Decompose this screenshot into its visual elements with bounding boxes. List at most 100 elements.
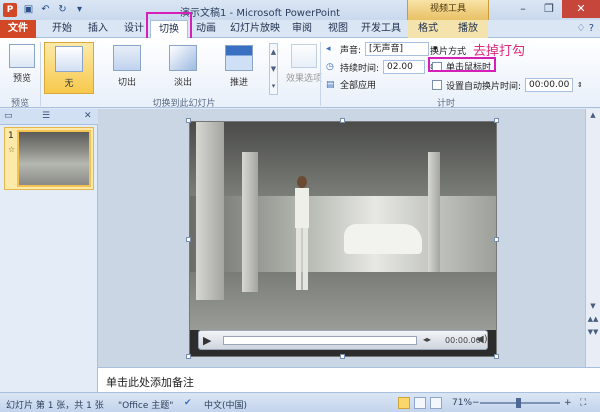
undo-icon[interactable]: ↶ (39, 3, 52, 16)
notes-placeholder: 单击此处添加备注 (106, 376, 194, 389)
zoom-level[interactable]: 71% (452, 398, 472, 408)
step-buttons[interactable]: ◂▸ (423, 335, 431, 344)
tab-home[interactable]: 开始 (44, 20, 80, 38)
window-title: 演示文稿1 - Microsoft PowerPoint (180, 8, 341, 19)
status-bar: 幻灯片 第 1 张，共 1 张 "Office 主题" ✔ 中文(中国) 71%… (0, 392, 600, 412)
transition-cut[interactable]: 切出 (102, 42, 152, 94)
slides-tab-icon[interactable]: ▭ (4, 111, 13, 121)
minimize-icon[interactable]: – (510, 0, 536, 18)
title-bar: P ▣ ↶ ↻ ▾ 演示文稿1 - Microsoft PowerPoint 视… (0, 0, 600, 20)
effect-options-icon (291, 44, 317, 68)
transition-push[interactable]: 推进 (214, 42, 264, 94)
gallery-scroll[interactable]: ▲ ▼ ▾ (269, 43, 278, 95)
gallery-up-icon[interactable]: ▲ (270, 44, 277, 61)
transition-none-label: 无 (64, 79, 74, 89)
customize-icon[interactable]: ▾ (73, 3, 86, 16)
tab-review[interactable]: 审阅 (284, 20, 320, 38)
next-slide-icon[interactable]: ▼▼ (587, 326, 600, 339)
resize-handle[interactable] (186, 118, 191, 123)
sound-icon: ◂ (326, 44, 331, 54)
outline-tab-icon[interactable]: ☰ (42, 111, 50, 121)
close-pane-icon[interactable]: ✕ (84, 111, 92, 121)
language[interactable]: 中文(中国) (204, 398, 247, 411)
prev-slide-icon[interactable]: ▲▲ (587, 313, 600, 326)
duration-label: 持续时间: (340, 63, 380, 74)
slides-pane: ▭ ☰ ✕ 1 ☆ (0, 109, 98, 392)
slide-thumbnail[interactable] (17, 130, 91, 187)
normal-view-icon[interactable] (398, 397, 410, 409)
resize-handle[interactable] (494, 237, 499, 242)
transition-none-icon (55, 46, 83, 72)
resize-handle[interactable] (494, 354, 499, 359)
volume-icon[interactable]: ◀) (476, 334, 488, 345)
play-icon[interactable]: ▶ (203, 334, 217, 347)
group-divider (40, 42, 41, 106)
transition-marker-icon: ☆ (8, 145, 16, 154)
video-controls: ▶ ◂▸ 00:00.00 ◀) (198, 330, 488, 350)
advance-slide-label: 换片方式 (430, 47, 467, 57)
preview-button[interactable]: 预览 (0, 41, 44, 84)
resize-handle[interactable] (186, 354, 191, 359)
zoom-in-icon[interactable]: + (564, 398, 572, 408)
group-divider (320, 42, 321, 106)
on-click-highlight (428, 57, 496, 72)
tab-format[interactable]: 格式 (408, 20, 448, 38)
resize-handle[interactable] (340, 118, 345, 123)
sound-label: 声音: (340, 45, 362, 56)
transition-none[interactable]: 无 (44, 42, 94, 94)
sound-select[interactable]: [无声音] (365, 42, 430, 56)
tab-developer[interactable]: 开发工具 (356, 20, 406, 38)
save-icon[interactable]: ▣ (22, 3, 35, 16)
auto-advance-checkbox[interactable] (432, 80, 442, 90)
transition-fade[interactable]: 淡出 (158, 42, 208, 94)
transition-push-icon (225, 45, 253, 71)
auto-advance-input[interactable]: 00:00.00 (525, 78, 574, 92)
pane-tabs: ▭ ☰ ✕ (0, 109, 98, 125)
tab-slideshow[interactable]: 幻灯片放映 (226, 20, 284, 38)
zoom-slider-thumb[interactable] (516, 398, 521, 408)
tab-file[interactable]: 文件 (0, 20, 36, 38)
spellcheck-icon[interactable]: ✔ (184, 398, 192, 408)
video-frame-floor (190, 272, 496, 330)
clock-icon: ◷ (326, 62, 334, 72)
video-person (293, 176, 311, 296)
gallery-down-icon[interactable]: ▼ (270, 61, 277, 78)
vertical-scrollbar[interactable]: ▲ ▼ ▲▲ ▼▼ (585, 109, 600, 367)
help-icon[interactable]: ♢ ? (577, 23, 594, 34)
scroll-up-icon[interactable]: ▲ (587, 109, 600, 122)
video-seek-bar[interactable] (223, 336, 417, 345)
auto-advance-spinner-icon[interactable]: ⇕ (577, 81, 583, 89)
scroll-down-icon[interactable]: ▼ (587, 300, 600, 313)
close-icon[interactable]: ✕ (562, 0, 600, 18)
tab-playback[interactable]: 播放 (448, 20, 488, 38)
redo-icon[interactable]: ↻ (56, 3, 69, 16)
video-pillar (242, 152, 258, 292)
gallery-more-icon[interactable]: ▾ (270, 78, 277, 95)
resize-handle[interactable] (186, 237, 191, 242)
tab-view[interactable]: 视图 (320, 20, 356, 38)
video-object[interactable]: ▶ ◂▸ 00:00.00 ◀) (189, 121, 497, 357)
theme-name[interactable]: "Office 主题" (118, 398, 173, 411)
reading-view-icon[interactable] (430, 397, 442, 409)
fit-to-window-icon[interactable]: ⛶ (580, 398, 586, 408)
effect-options-label: 效果选项 (285, 74, 322, 84)
restore-icon[interactable]: ❐ (536, 0, 562, 18)
transition-cut-icon (113, 45, 141, 71)
apply-all-button[interactable]: ▤ 全部应用 (326, 78, 376, 92)
tab-animations[interactable]: 动画 (188, 20, 224, 38)
transition-fade-icon (169, 45, 197, 71)
video-car (344, 224, 422, 254)
zoom-out-icon[interactable]: − (472, 398, 480, 408)
tab-insert[interactable]: 插入 (80, 20, 116, 38)
resize-handle[interactable] (340, 354, 345, 359)
notes-pane[interactable]: 单击此处添加备注 (98, 367, 600, 392)
slide-sorter-icon[interactable] (414, 397, 426, 409)
video-frame-ceiling (190, 122, 496, 196)
preview-group-label: 预览 (10, 99, 29, 109)
resize-handle[interactable] (494, 118, 499, 123)
transition-push-label: 推进 (229, 78, 248, 88)
duration-input[interactable]: 02.00 (383, 60, 426, 74)
slide-info: 幻灯片 第 1 张，共 1 张 (6, 401, 104, 411)
preview-label: 预览 (12, 74, 31, 84)
powerpoint-logo-icon[interactable]: P (3, 3, 17, 17)
